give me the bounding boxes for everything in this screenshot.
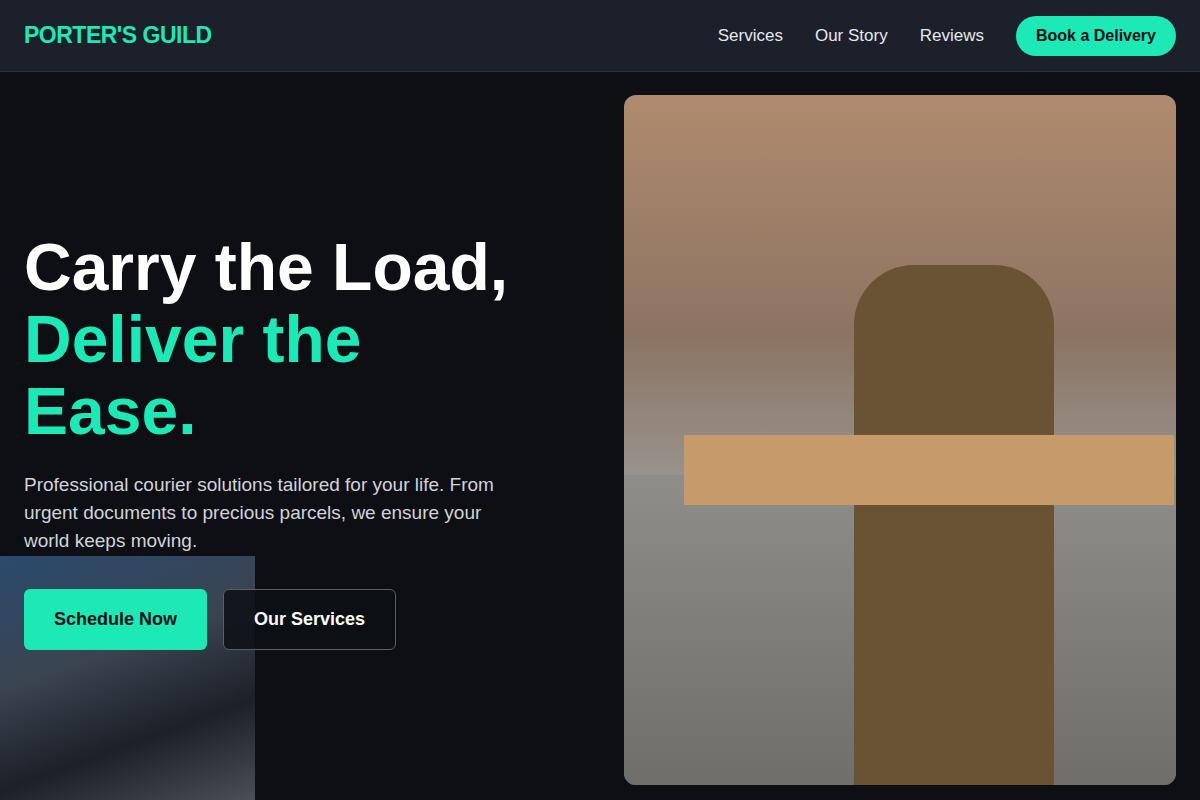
hero-content: Carry the Load,Deliver the Ease. Professi… bbox=[24, 231, 584, 650]
title-accent: Deliver the Ease. bbox=[24, 303, 514, 447]
nav-link[interactable]: Reviews bbox=[920, 26, 984, 46]
landing-page: PORTER'S GUILD Services Our Story Reviews Bo… bbox=[0, 0, 1200, 800]
nav-link[interactable]: Our Story bbox=[815, 26, 888, 46]
courier-figure bbox=[854, 265, 1054, 785]
title-line: Carry the Load, bbox=[24, 231, 514, 303]
hero-button[interactable]: Our Services bbox=[223, 589, 396, 650]
main-nav: Services Our Story Reviews Book a Delivery bbox=[718, 16, 1176, 56]
logo[interactable]: PORTER'S GUILD bbox=[24, 22, 212, 49]
hero-description: Professional courier solutions tailored … bbox=[24, 471, 514, 555]
header: PORTER'S GUILD Services Our Story Reviews Bo… bbox=[0, 0, 1200, 72]
box-shape bbox=[684, 435, 1174, 505]
hero-actions: Schedule Now Our Services bbox=[24, 589, 584, 650]
hero-title: Carry the Load,Deliver the Ease. bbox=[24, 231, 514, 447]
nav-link[interactable]: Services bbox=[718, 26, 783, 46]
courier-photo bbox=[624, 95, 1176, 785]
book-delivery-button[interactable]: Book a Delivery bbox=[1016, 16, 1176, 56]
hero-button[interactable]: Schedule Now bbox=[24, 589, 207, 650]
hero: Carry the Load,Deliver the Ease. Professi… bbox=[0, 72, 1200, 800]
